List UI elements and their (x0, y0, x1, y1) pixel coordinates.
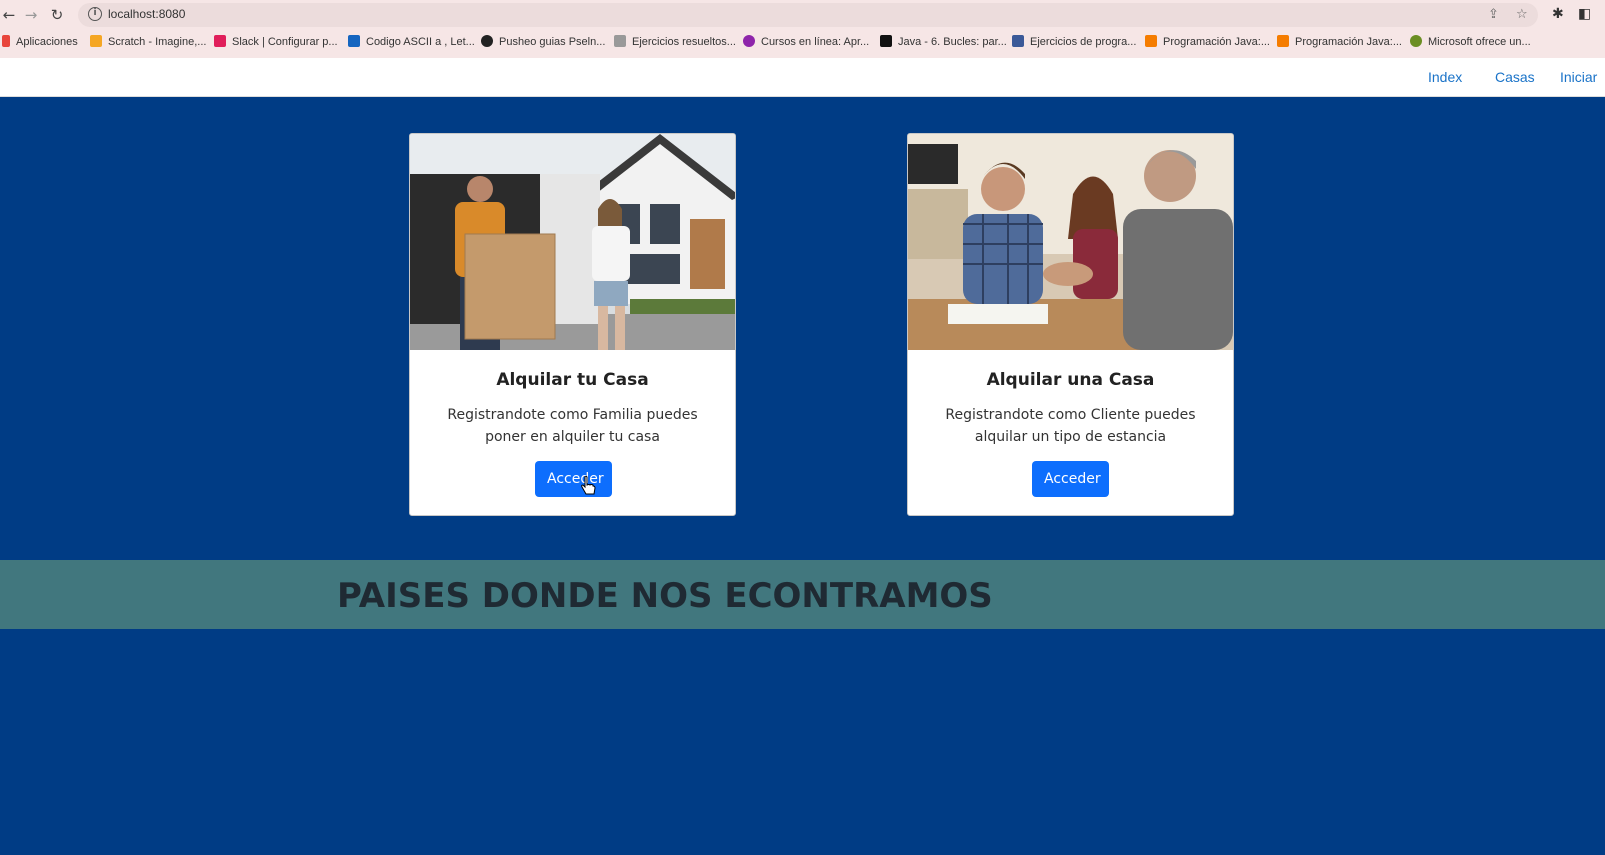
bookmark-item[interactable]: Codigo ASCII a , Let... (348, 35, 475, 48)
share-icon[interactable]: ⇪ (1488, 7, 1499, 22)
bookmark-label: Aplicaciones (16, 36, 78, 48)
section-title: PAISES DONDE NOS ECONTRAMOS (337, 576, 993, 616)
nav-link-casas[interactable]: Casas (1495, 69, 1535, 85)
bookmark-label: Programación Java:... (1163, 36, 1270, 48)
programming-icon (1012, 35, 1024, 47)
bookmark-item[interactable]: Microsoft ofrece un... (1410, 35, 1531, 48)
card-text: Registrandote como Familia puedes poner … (447, 407, 698, 445)
bookmark-label: Ejercicios de progra... (1030, 36, 1137, 48)
java-icon (880, 35, 892, 47)
bookmark-item[interactable]: Java - 6. Bucles: par... (880, 35, 1007, 48)
side-panel-icon[interactable]: ◧ (1578, 6, 1591, 22)
scratch-icon (90, 35, 102, 47)
exercises-icon (614, 35, 626, 47)
bookmark-label: Slack | Configurar p... (232, 36, 338, 48)
card-image-moving (410, 134, 735, 350)
ascii-icon (348, 35, 360, 47)
extensions-icon[interactable]: ✱ (1552, 6, 1564, 22)
reload-icon[interactable]: ↻ (48, 6, 66, 24)
address-bar[interactable]: i localhost:8080 ⇪ ☆ (78, 3, 1538, 27)
site-navbar: Index Casas Iniciar (0, 58, 1605, 97)
blogger-icon (1277, 35, 1289, 47)
bookmark-item[interactable]: Ejercicios resueltos... (614, 35, 736, 48)
info-icon[interactable]: i (88, 7, 102, 21)
bookmark-item[interactable]: Pusheo guias Pseln... (481, 35, 605, 48)
bookmark-label: Pusheo guias Pseln... (499, 36, 606, 48)
back-icon[interactable]: ← (0, 6, 18, 24)
bookmark-label: Java - 6. Bucles: par... (898, 36, 1007, 48)
bookmarks-bar: Aplicaciones Scratch - Imagine,... Slack… (0, 32, 1605, 54)
paises-section-band: PAISES DONDE NOS ECONTRAMOS (0, 560, 1605, 629)
bookmark-item[interactable]: Slack | Configurar p... (214, 35, 338, 48)
bookmark-item[interactable]: Programación Java:... (1277, 35, 1402, 48)
bookmark-label: Codigo ASCII a , Let... (366, 36, 475, 48)
courses-icon (743, 35, 755, 47)
bookmark-item[interactable]: Scratch - Imagine,... (90, 35, 206, 48)
bookmark-label: Scratch - Imagine,... (108, 36, 207, 48)
github-icon (481, 35, 493, 47)
bookmark-label: Microsoft ofrece un... (1428, 36, 1531, 48)
blogger-icon (1145, 35, 1157, 47)
card-title: Alquilar una Casa (986, 370, 1155, 390)
acceder-button[interactable]: Acceder (1032, 461, 1109, 497)
bookmark-item[interactable]: Programación Java:... (1145, 35, 1270, 48)
slack-icon (214, 35, 226, 47)
nav-link-iniciar[interactable]: Iniciar (1560, 69, 1597, 85)
url-text: localhost:8080 (108, 7, 186, 21)
bookmark-label: Cursos en línea: Apr... (761, 36, 870, 48)
card-image-handshake (908, 134, 1233, 350)
bookmark-item[interactable]: Aplicaciones (2, 35, 78, 48)
card-alquilar-tu-casa: Alquilar tu Casa Registrandote como Fami… (409, 133, 736, 516)
forward-icon[interactable]: → (22, 6, 40, 24)
address-bar-row: ← → ↻ i localhost:8080 ⇪ ☆ ✱ ◧ (0, 0, 1605, 30)
bookmark-item[interactable]: Ejercicios de progra... (1012, 35, 1136, 48)
browser-chrome: ← → ↻ i localhost:8080 ⇪ ☆ ✱ ◧ Aplicacio… (0, 0, 1605, 58)
card-title: Alquilar tu Casa (496, 370, 649, 390)
bookmark-item[interactable]: Cursos en línea: Apr... (743, 35, 869, 48)
bookmark-label: Ejercicios resueltos... (632, 36, 736, 48)
star-icon[interactable]: ☆ (1516, 7, 1528, 22)
bookmark-label: Programación Java:... (1295, 36, 1402, 48)
card-alquilar-una-casa: Alquilar una Casa Registrandote como Cli… (907, 133, 1234, 516)
apps-icon (2, 35, 10, 47)
microsoft-icon (1410, 35, 1422, 47)
acceder-button[interactable]: Acceder (535, 461, 612, 497)
nav-link-index[interactable]: Index (1428, 69, 1462, 85)
hand-cursor-icon (581, 476, 596, 495)
card-text: Registrandote como Cliente puedes alquil… (945, 407, 1196, 445)
